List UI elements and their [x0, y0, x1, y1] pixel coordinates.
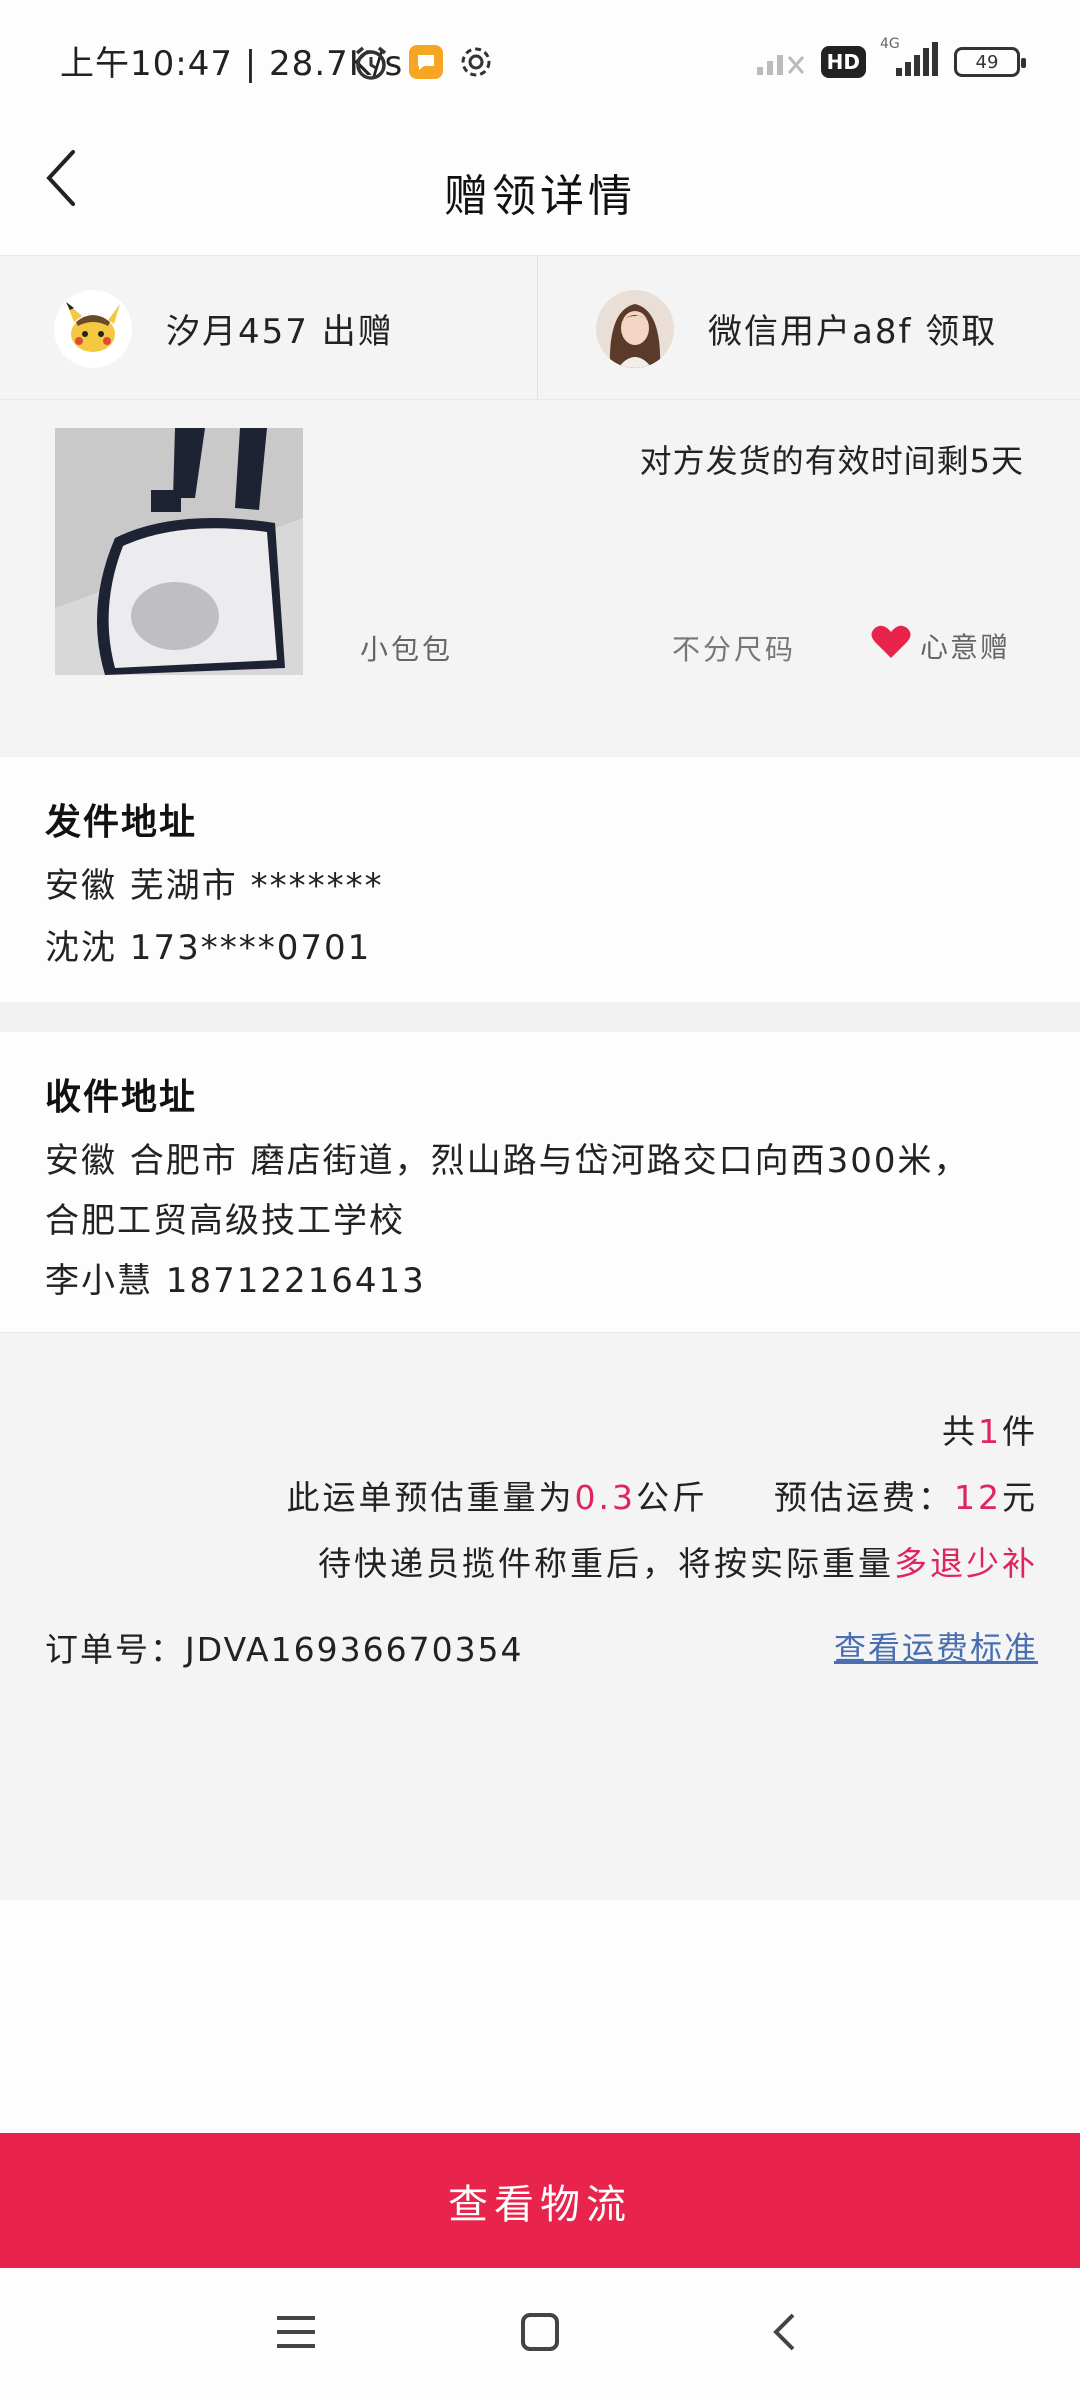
giver-avatar — [54, 289, 132, 368]
receiver-contact: 李小慧 18712216413 — [45, 1261, 426, 1301]
gift-tag-label: 心意赠 — [920, 630, 1011, 664]
receiver-name: 微信用户a8f 领取 — [708, 312, 998, 352]
system-nav-bar — [0, 2268, 1080, 2400]
sender-address-section: 发件地址 安徽 芜湖市 ******* 沈沈 173****0701 — [0, 757, 1080, 1002]
gift-tag: 心意赠 — [870, 624, 1010, 667]
home-icon — [520, 2312, 560, 2356]
heart-icon — [870, 624, 920, 667]
message-icon — [408, 44, 446, 82]
order-number-value: JDVA16936670354 — [185, 1630, 524, 1669]
alarm-icon — [352, 44, 390, 82]
sender-address-line: 安徽 芜湖市 ******* — [45, 866, 384, 906]
item-count-prefix: 共 — [942, 1412, 978, 1451]
giver-cell[interactable]: 汐月457 出赠 — [0, 256, 538, 401]
settings-icon — [458, 44, 496, 82]
order-number-label: 订单号： — [45, 1630, 185, 1669]
fee-unit: 元 — [1002, 1478, 1038, 1517]
page-title: 赠领详情 — [444, 171, 636, 222]
order-number: 订单号：JDVA16936670354 — [45, 1623, 524, 1671]
receiver-address-line: 安徽 合肥市 磨店街道，烈山路与岱河路交口向西300米， — [45, 1141, 970, 1181]
item-name: 小包包 — [360, 633, 454, 666]
receiver-avatar — [596, 289, 674, 368]
valid-time-note: 对方发货的有效时间剩5天 — [639, 442, 1024, 480]
receiver-address-line: 合肥工贸高级技工学校 — [45, 1201, 405, 1241]
fee-prefix: 预估运费： — [774, 1478, 954, 1517]
weight-unit: 公斤 — [636, 1478, 708, 1517]
item-size: 不分尺码 — [672, 633, 797, 666]
signal-icon — [755, 43, 807, 81]
battery-level: 49 — [975, 51, 999, 73]
shipping-info-section: 共1件 此运单预估重量为0.3公斤 预估运费：12元 待快递员揽件称重后，将按实际… — [0, 1332, 1080, 1900]
product-section: 对方发货的有效时间剩5天 小包包 不分尺码 心意赠 — [0, 400, 1080, 757]
status-bar: 上午10:47 | 28.7K/s HD 4G 49 — [0, 0, 1080, 120]
view-logistics-button[interactable]: 查看物流 — [0, 2133, 1080, 2268]
section-divider — [0, 1002, 1080, 1032]
menu-icon — [275, 2314, 317, 2354]
sender-address-title: 发件地址 — [45, 802, 198, 843]
item-count-suffix: 件 — [1002, 1412, 1038, 1451]
weight-note-line: 待快递员揽件称重后，将按实际重量多退少补 — [318, 1537, 1038, 1585]
item-count-value: 1 — [978, 1412, 1002, 1451]
home-button[interactable] — [510, 2304, 570, 2364]
sender-contact: 沈沈 173****0701 — [45, 928, 372, 968]
weight-note-highlight: 多退少补 — [894, 1544, 1038, 1583]
giver-name: 汐月457 出赠 — [166, 312, 394, 352]
fee-standard-link[interactable]: 查看运费标准 — [834, 1623, 1038, 1669]
weight-fee-line: 此运单预估重量为0.3公斤 预估运费：12元 — [287, 1471, 1038, 1519]
network-type: 4G — [880, 36, 900, 52]
nav-back-icon — [771, 2312, 797, 2356]
weight-prefix: 此运单预估重量为 — [286, 1478, 575, 1517]
item-count: 共1件 — [942, 1405, 1038, 1453]
system-back-button[interactable] — [754, 2304, 814, 2364]
receiver-cell[interactable]: 微信用户a8f 领取 — [540, 256, 1080, 401]
weight-note-prefix: 待快递员揽件称重后，将按实际重量 — [318, 1544, 894, 1583]
fee-value: 12 — [954, 1478, 1002, 1517]
hd-badge: HD — [820, 46, 866, 78]
product-image[interactable] — [55, 428, 303, 675]
signal-icon: 4G — [880, 36, 940, 82]
weight-value: 0.3 — [574, 1478, 636, 1517]
nav-bar: 赠领详情 — [0, 120, 1080, 250]
receiver-address-title: 收件地址 — [45, 1077, 198, 1118]
users-row: 汐月457 出赠 微信用户a8f 领取 — [0, 255, 1080, 401]
battery-indicator: 49 — [954, 47, 1026, 77]
status-right-icons: HD 4G 49 — [755, 36, 1026, 82]
receiver-address-section: 收件地址 安徽 合肥市 磨店街道，烈山路与岱河路交口向西300米， 合肥工贸高级… — [0, 1032, 1080, 1332]
menu-button[interactable] — [266, 2304, 326, 2364]
